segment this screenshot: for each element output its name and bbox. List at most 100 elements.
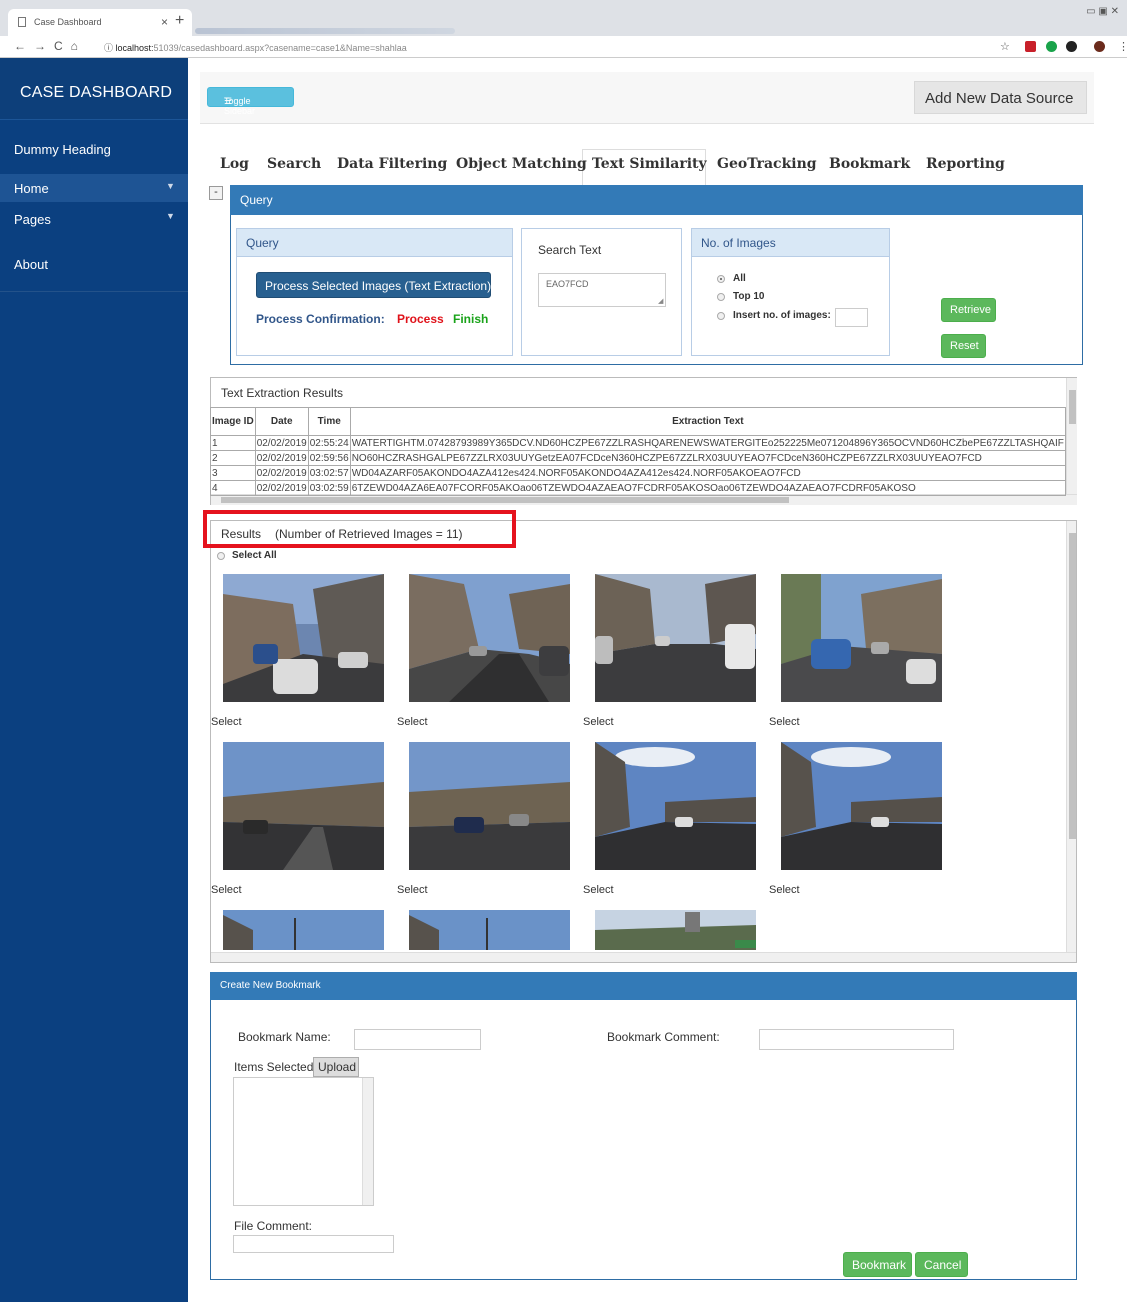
address-bar[interactable]: ←→C⌂ ⓘ localhost:51039/casedashboard.asp…: [0, 36, 1127, 58]
sidebar-item-home[interactable]: Home ▼: [0, 174, 188, 202]
highlight-annotation: [203, 510, 516, 548]
page-icon: [18, 17, 26, 27]
new-tab-icon[interactable]: +: [175, 12, 184, 30]
sidebar-brand[interactable]: CASE DASHBOARD: [0, 58, 188, 120]
search-text-title: Search Text: [538, 243, 602, 257]
chevron-down-icon: ▼: [166, 181, 175, 191]
text-extraction-title: Text Extraction Results: [221, 386, 344, 400]
sidebar: CASE DASHBOARD Dummy Heading Home ▼ Page…: [0, 58, 188, 1302]
result-image[interactable]: [223, 742, 384, 870]
result-image[interactable]: [781, 574, 942, 702]
number-of-images-input[interactable]: [835, 308, 868, 327]
select-image-label[interactable]: Select: [769, 884, 800, 896]
tab-data-filtering[interactable]: Data Filtering: [337, 156, 447, 172]
select-image-label[interactable]: Select: [211, 716, 242, 728]
horizontal-scrollbar[interactable]: [211, 952, 1076, 962]
resize-grip-icon[interactable]: ◢: [658, 297, 663, 305]
select-image-label[interactable]: Select: [583, 884, 614, 896]
file-comment-input[interactable]: [233, 1235, 394, 1253]
select-image-label[interactable]: Select: [211, 884, 242, 896]
column-header: Time: [307, 407, 351, 436]
result-image[interactable]: [595, 742, 756, 870]
vertical-scrollbar[interactable]: [362, 1078, 373, 1205]
select-image-label[interactable]: Select: [769, 716, 800, 728]
close-tab-icon[interactable]: ×: [161, 15, 168, 29]
radio-all[interactable]: [717, 275, 725, 283]
navigation-icons[interactable]: ←→C⌂: [14, 39, 86, 53]
radio-all-label: All: [733, 273, 746, 284]
file-comment-label: File Comment:: [234, 1219, 313, 1233]
profile-avatar[interactable]: [1094, 41, 1105, 52]
select-image-label[interactable]: Select: [397, 716, 428, 728]
radio-insert-number[interactable]: [717, 312, 725, 320]
process-selected-images-button[interactable]: Process Selected Images (Text Extraction…: [256, 272, 491, 298]
create-bookmark-header: Create New Bookmark: [210, 972, 1077, 1000]
result-image[interactable]: [409, 742, 570, 870]
table-row[interactable]: 4 02/02/2019 03:02:59 6TZEWD04AZA6EA07FC…: [210, 480, 1067, 496]
extension-icon[interactable]: [1025, 41, 1036, 52]
upload-button[interactable]: Upload: [313, 1057, 359, 1077]
bookmark-comment-label: Bookmark Comment:: [607, 1030, 720, 1044]
bookmark-button[interactable]: Bookmark: [843, 1252, 912, 1277]
sidebar-item-pages[interactable]: Pages ▼: [0, 204, 188, 234]
extraction-table: Image ID Date Time Extraction Text 1 02/…: [210, 407, 1067, 496]
star-icon[interactable]: ☆: [1000, 40, 1010, 53]
select-image-label[interactable]: Select: [583, 716, 614, 728]
radio-top-10[interactable]: [717, 293, 725, 301]
column-header: Date: [254, 407, 309, 436]
items-selected-label: Items Selected: [234, 1060, 314, 1074]
browser-tab[interactable]: Case Dashboard ×: [8, 9, 192, 36]
tab-bookmark[interactable]: Bookmark: [829, 156, 910, 172]
vertical-scrollbar[interactable]: [1066, 521, 1076, 953]
process-status-link[interactable]: Process: [397, 312, 444, 326]
process-box-header: Query: [237, 229, 512, 257]
select-all-label: Select All: [232, 550, 277, 561]
table-row[interactable]: 1 02/02/2019 02:55:24 WATERTIGHTM.074287…: [210, 435, 1067, 451]
number-of-images-header: No. of Images: [692, 229, 889, 257]
add-new-data-source-button[interactable]: Add New Data Source: [914, 81, 1087, 114]
sidebar-item-about[interactable]: About: [0, 244, 188, 292]
reset-button[interactable]: Reset: [941, 334, 986, 358]
tab-log[interactable]: Log: [220, 156, 249, 172]
select-all-radio[interactable]: [217, 552, 225, 560]
toggle-sidebar-button[interactable]: ☰ Toggle Sidebar: [207, 87, 294, 116]
retrieve-button[interactable]: Retrieve: [941, 298, 996, 322]
menu-icon[interactable]: ⋮: [1118, 40, 1127, 53]
result-image[interactable]: [781, 742, 942, 870]
browser-tab-title: Case Dashboard: [34, 17, 102, 27]
extension-icon[interactable]: [1046, 41, 1057, 52]
vertical-scrollbar[interactable]: [1066, 378, 1077, 494]
column-header: Image ID: [210, 407, 256, 436]
cancel-button[interactable]: Cancel: [915, 1252, 968, 1277]
tab-reporting[interactable]: Reporting: [926, 156, 1005, 172]
bookmark-comment-input[interactable]: [759, 1029, 954, 1050]
select-image-label[interactable]: Select: [397, 884, 428, 896]
bookmark-name-input[interactable]: [354, 1029, 481, 1050]
search-text-input[interactable]: EAO7FCD ◢: [538, 273, 666, 307]
finish-status-link[interactable]: Finish: [453, 312, 488, 326]
tab-text-similarity[interactable]: Text Similarity: [592, 156, 707, 172]
url-text[interactable]: ⓘ localhost:51039/casedashboard.aspx?cas…: [104, 41, 407, 54]
table-row[interactable]: 2 02/02/2019 02:59:56 NO60HCZRASHGALPE67…: [210, 450, 1067, 466]
result-image[interactable]: [223, 574, 384, 702]
result-image[interactable]: [595, 574, 756, 702]
extension-icon[interactable]: [1066, 41, 1077, 52]
result-image[interactable]: [409, 574, 570, 702]
table-header-row: Image ID Date Time Extraction Text: [210, 407, 1067, 436]
result-image[interactable]: [595, 910, 756, 950]
items-selected-textarea[interactable]: [233, 1077, 374, 1206]
table-row[interactable]: 3 02/02/2019 03:02:57 WD04AZARF05AKONDO4…: [210, 465, 1067, 481]
blurred-bookmarks-bar: [195, 28, 455, 34]
result-image[interactable]: [223, 910, 384, 950]
tab-object-matching[interactable]: Object Matching: [456, 156, 587, 172]
browser-tab-strip: Case Dashboard × + ▭ ▣ ✕: [0, 0, 1127, 36]
sidebar-heading: Dummy Heading: [14, 142, 111, 157]
tab-search[interactable]: Search: [267, 156, 321, 172]
tab-geotracking[interactable]: GeoTracking: [717, 156, 817, 172]
window-controls[interactable]: ▭ ▣ ✕: [1086, 6, 1119, 17]
result-image[interactable]: [409, 910, 570, 950]
process-confirmation-label: Process Confirmation:: [256, 312, 385, 326]
chevron-down-icon: ▼: [166, 211, 175, 221]
radio-top-10-label: Top 10: [733, 291, 765, 302]
collapse-button[interactable]: -: [209, 186, 223, 200]
